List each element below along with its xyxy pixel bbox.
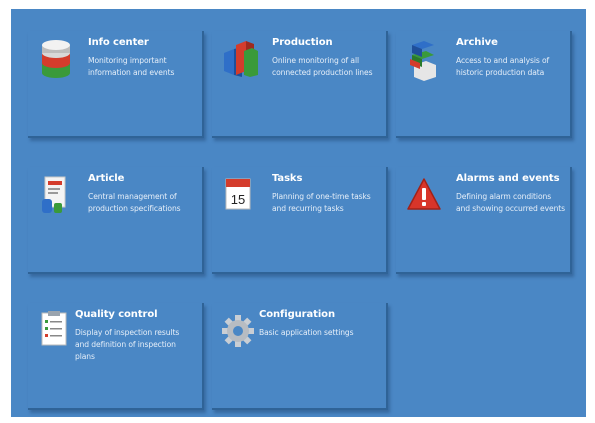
tile-description: Planning of one-time tasks and recurring…	[272, 192, 371, 213]
gear-icon	[222, 315, 254, 347]
production-blocks-icon	[224, 41, 258, 77]
tile-tasks[interactable]: 15 Tasks Planning of one-time tasks and …	[212, 167, 388, 274]
tile-archive[interactable]: Archive Access to and analysis of histor…	[396, 31, 572, 138]
tile-quality-control[interactable]: Quality control Display of inspection re…	[28, 303, 204, 410]
tile-article[interactable]: Article Central management of production…	[28, 167, 204, 274]
tile-info-center[interactable]: Info center Monitoring important informa…	[28, 31, 204, 138]
article-product-icon	[42, 176, 66, 213]
tile-description: Display of inspection results and defini…	[75, 328, 180, 361]
tile-description: Central management of production specifi…	[88, 192, 181, 213]
tile-title: Alarms and events	[456, 173, 560, 184]
warning-icon	[407, 178, 441, 210]
tile-title: Configuration	[259, 309, 335, 320]
tile-alarms-and-events[interactable]: Alarms and events Defining alarm conditi…	[396, 167, 572, 274]
tile-description: Monitoring important information and eve…	[88, 56, 175, 77]
tile-description: Basic application settings	[259, 328, 354, 337]
tile-title: Tasks	[272, 173, 303, 184]
tile-description: Access to and analysis of historic produ…	[456, 56, 550, 77]
tile-title: Archive	[456, 37, 498, 48]
checklist-icon	[41, 311, 67, 346]
database-icon	[42, 40, 70, 78]
calendar-icon: 15	[225, 178, 251, 210]
tile-title: Quality control	[75, 309, 158, 320]
tile-title: Production	[272, 37, 333, 48]
tile-description: Online monitoring of all connected produ…	[272, 56, 373, 77]
tile-configuration[interactable]: Configuration Basic application settings	[212, 303, 388, 410]
archive-stack-icon	[410, 41, 436, 81]
tile-production[interactable]: Production Online monitoring of all conn…	[212, 31, 388, 138]
launcher-panel: Info center Monitoring important informa…	[11, 9, 586, 417]
tile-title: Info center	[88, 37, 149, 48]
tile-description: Defining alarm conditions and showing oc…	[456, 192, 566, 213]
calendar-day: 15	[231, 192, 245, 207]
tile-title: Article	[88, 173, 125, 184]
